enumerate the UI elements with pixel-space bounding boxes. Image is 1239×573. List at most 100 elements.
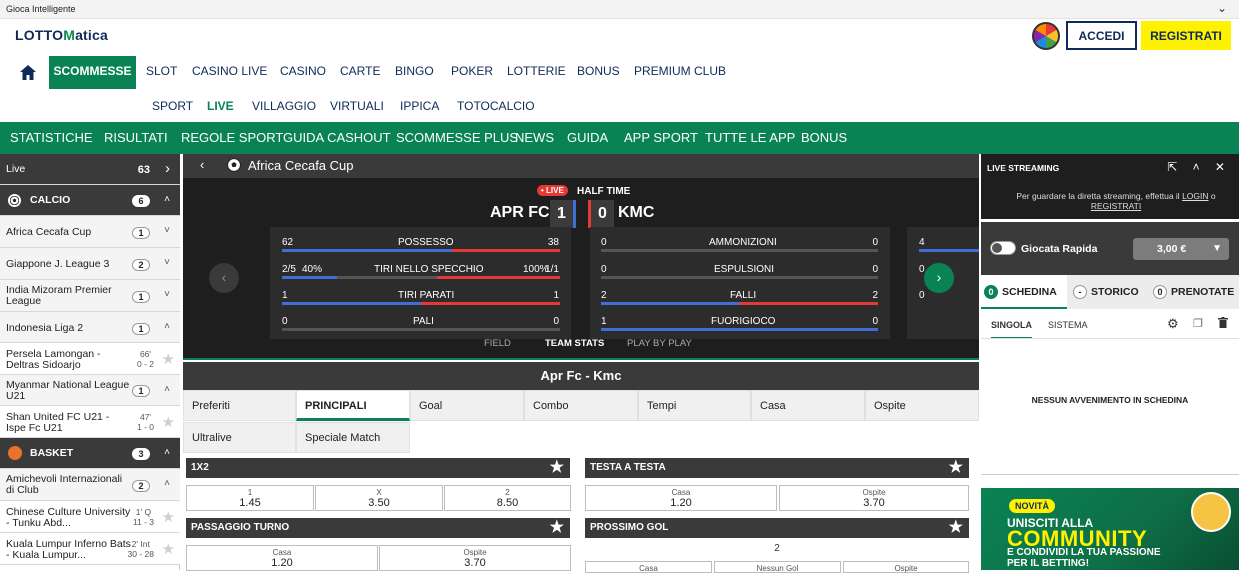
gioca-responsabile-wheel-icon[interactable]: [1032, 22, 1060, 50]
info-guida[interactable]: GUIDA: [567, 130, 608, 145]
star-icon[interactable]: ★: [550, 458, 564, 478]
sidebar-league-row[interactable]: Africa Cecafa Cup 1 ˅: [0, 216, 180, 248]
info-statistiche[interactable]: STATISTICHE: [10, 130, 93, 145]
odds-button[interactable]: Ospite 3.70: [379, 545, 571, 571]
subtab-sistema[interactable]: SISTEMA: [1048, 320, 1088, 330]
subtab-singola[interactable]: SINGOLA: [991, 320, 1033, 339]
market-tab-goal[interactable]: Goal: [410, 390, 524, 421]
trash-icon[interactable]: [1218, 317, 1228, 331]
nav-casino[interactable]: CASINO: [280, 56, 326, 89]
community-promo-banner[interactable]: NOVITÀ UNISCITI ALLA COMMUNITY E CONDIVI…: [981, 488, 1239, 570]
sidebar-event-row[interactable]: Chinese Culture University - Tunku Abd..…: [0, 501, 180, 533]
home-icon[interactable]: [12, 56, 44, 89]
nav-lotterie[interactable]: LOTTERIE: [507, 56, 566, 89]
market-tab-speciale-match[interactable]: Speciale Match: [296, 422, 410, 453]
nav-premium-club[interactable]: PREMIUM CLUB: [634, 56, 726, 89]
market-tab-ospite[interactable]: Ospite: [865, 390, 979, 421]
subnav-live[interactable]: LIVE: [207, 99, 234, 113]
stat-away-value: 0: [872, 237, 878, 248]
quick-bet-toggle[interactable]: [990, 241, 1016, 255]
nav-scommesse[interactable]: SCOMMESSE: [49, 56, 136, 89]
sidebar-league-row[interactable]: Giappone J. League 3 2 ˅: [0, 248, 180, 280]
promo-line-3: E CONDIVIDI LA TUA PASSIONE: [1007, 547, 1161, 558]
market-tab-preferiti[interactable]: Preferiti: [183, 390, 296, 421]
odds-button[interactable]: X 3.50: [315, 485, 443, 511]
login-link[interactable]: LOGIN: [1182, 191, 1208, 201]
info-tutte-le-app[interactable]: TUTTE LE APP: [705, 130, 795, 145]
prev-arrow-icon[interactable]: ‹: [209, 263, 239, 293]
odds-button[interactable]: Ospite 3.70: [779, 485, 969, 511]
nav-carte[interactable]: CARTE: [340, 56, 380, 89]
market-tab-principali[interactable]: PRINCIPALI: [296, 390, 410, 421]
tab-play-by-play[interactable]: PLAY BY PLAY: [627, 338, 692, 349]
sidebar-live-row[interactable]: Live 63 ›: [0, 154, 180, 185]
star-icon[interactable]: ★: [162, 508, 175, 526]
info-regole-sport[interactable]: REGOLE SPORT: [181, 130, 283, 145]
match-title: Apr Fc - Kmc: [183, 362, 979, 390]
info-scommesse-plus[interactable]: SCOMMESSE PLUS: [396, 130, 518, 145]
tab-storico[interactable]: - STORICO: [1073, 275, 1139, 309]
stake-select[interactable]: 3,00 € ▼: [1133, 238, 1229, 260]
info-app-sport[interactable]: APP SPORT: [624, 130, 698, 145]
tab-prenotate[interactable]: 0 PRENOTATE: [1153, 275, 1234, 309]
star-icon[interactable]: ★: [550, 518, 564, 538]
tab-schedina[interactable]: 0 SCHEDINA: [984, 275, 1057, 309]
sidebar-sport-calcio[interactable]: CALCIO 6 ˄: [0, 185, 180, 216]
nav-bingo[interactable]: BINGO: [395, 56, 434, 89]
tab-team-stats[interactable]: TEAM STATS: [545, 338, 604, 349]
subnav-villaggio[interactable]: VILLAGGIO: [252, 99, 316, 113]
sidebar-event-row[interactable]: Persela Lamongan - Deltras Sidoarjo 66' 0…: [0, 343, 180, 375]
star-icon[interactable]: ★: [949, 518, 963, 538]
subnav-totocalcio[interactable]: TOTOCALCIO: [457, 99, 535, 113]
market-tab-casa[interactable]: Casa: [751, 390, 865, 421]
register-button[interactable]: REGISTRATI: [1141, 21, 1231, 50]
gear-icon[interactable]: ⚙: [1167, 316, 1179, 332]
sidebar-league-row[interactable]: Indonesia Liga 2 1 ˄: [0, 312, 180, 343]
sidebar-sport-basket[interactable]: BASKET 3 ˄: [0, 438, 180, 469]
market-tab-combo[interactable]: Combo: [524, 390, 638, 421]
odds-button[interactable]: Casa 1.20: [585, 485, 777, 511]
sidebar-league-name: Myanmar National League U21: [6, 379, 130, 402]
odds-button[interactable]: Casa: [585, 561, 712, 573]
info-risultati[interactable]: RISULTATI: [104, 130, 168, 145]
sidebar-league-row[interactable]: India Mizoram Premier League 1 ˅: [0, 280, 180, 312]
stat-away-value: 1/1: [545, 264, 559, 275]
star-icon[interactable]: ★: [162, 540, 175, 558]
market-tab-tempi[interactable]: Tempi: [638, 390, 751, 421]
login-button[interactable]: ACCEDI: [1066, 21, 1137, 50]
chevron-down-icon[interactable]: ⌄: [1217, 1, 1227, 15]
nav-poker[interactable]: POKER: [451, 56, 493, 89]
sidebar-event-row[interactable]: Kuala Lumpur Inferno Bats - Kuala Lumpur…: [0, 533, 180, 565]
tab-field[interactable]: FIELD: [484, 338, 511, 349]
stat-home-value: 2: [601, 290, 607, 301]
market-header-1x2: 1X2 ★: [186, 458, 570, 478]
nav-slot[interactable]: SLOT: [146, 56, 177, 89]
sidebar-event-row[interactable]: Shan United FC U21 - Ispe Fc U21 47' 1 - …: [0, 406, 180, 438]
stat-home-value: 0: [601, 237, 607, 248]
panel-controls-icon[interactable]: ⇱ ˄ ✕: [1167, 160, 1231, 174]
odds-button[interactable]: Nessun Gol: [714, 561, 841, 573]
info-bonus[interactable]: BONUS: [801, 130, 847, 145]
odds-button[interactable]: 1 1.45: [186, 485, 314, 511]
logo[interactable]: LOTTOMatica: [15, 27, 108, 43]
back-arrow-icon[interactable]: ‹: [200, 157, 204, 172]
nav-casino-live[interactable]: CASINO LIVE: [192, 56, 267, 89]
odds-button[interactable]: Ospite: [843, 561, 969, 573]
star-icon[interactable]: ★: [949, 458, 963, 478]
market-tab-ultralive[interactable]: Ultralive: [183, 422, 296, 453]
next-arrow-icon[interactable]: ›: [924, 263, 954, 293]
copy-icon[interactable]: ❐: [1193, 317, 1203, 330]
register-link[interactable]: REGISTRATI: [1091, 201, 1141, 211]
star-icon[interactable]: ★: [162, 413, 175, 431]
nav-bonus[interactable]: BONUS: [577, 56, 620, 89]
subnav-sport[interactable]: SPORT: [152, 99, 193, 113]
sidebar-league-row[interactable]: Myanmar National League U21 1 ˄: [0, 375, 180, 406]
odds-button[interactable]: 2 8.50: [444, 485, 571, 511]
subnav-virtuali[interactable]: VIRTUALI: [330, 99, 384, 113]
sidebar-league-row[interactable]: Amichevoli Internazionali di Club 2 ˄: [0, 469, 180, 501]
info-guida-cashout[interactable]: GUIDA CASHOUT: [283, 130, 391, 145]
info-news[interactable]: NEWS: [515, 130, 554, 145]
star-icon[interactable]: ★: [162, 350, 175, 368]
subnav-ippica[interactable]: IPPICA: [400, 99, 439, 113]
odds-button[interactable]: Casa 1.20: [186, 545, 378, 571]
